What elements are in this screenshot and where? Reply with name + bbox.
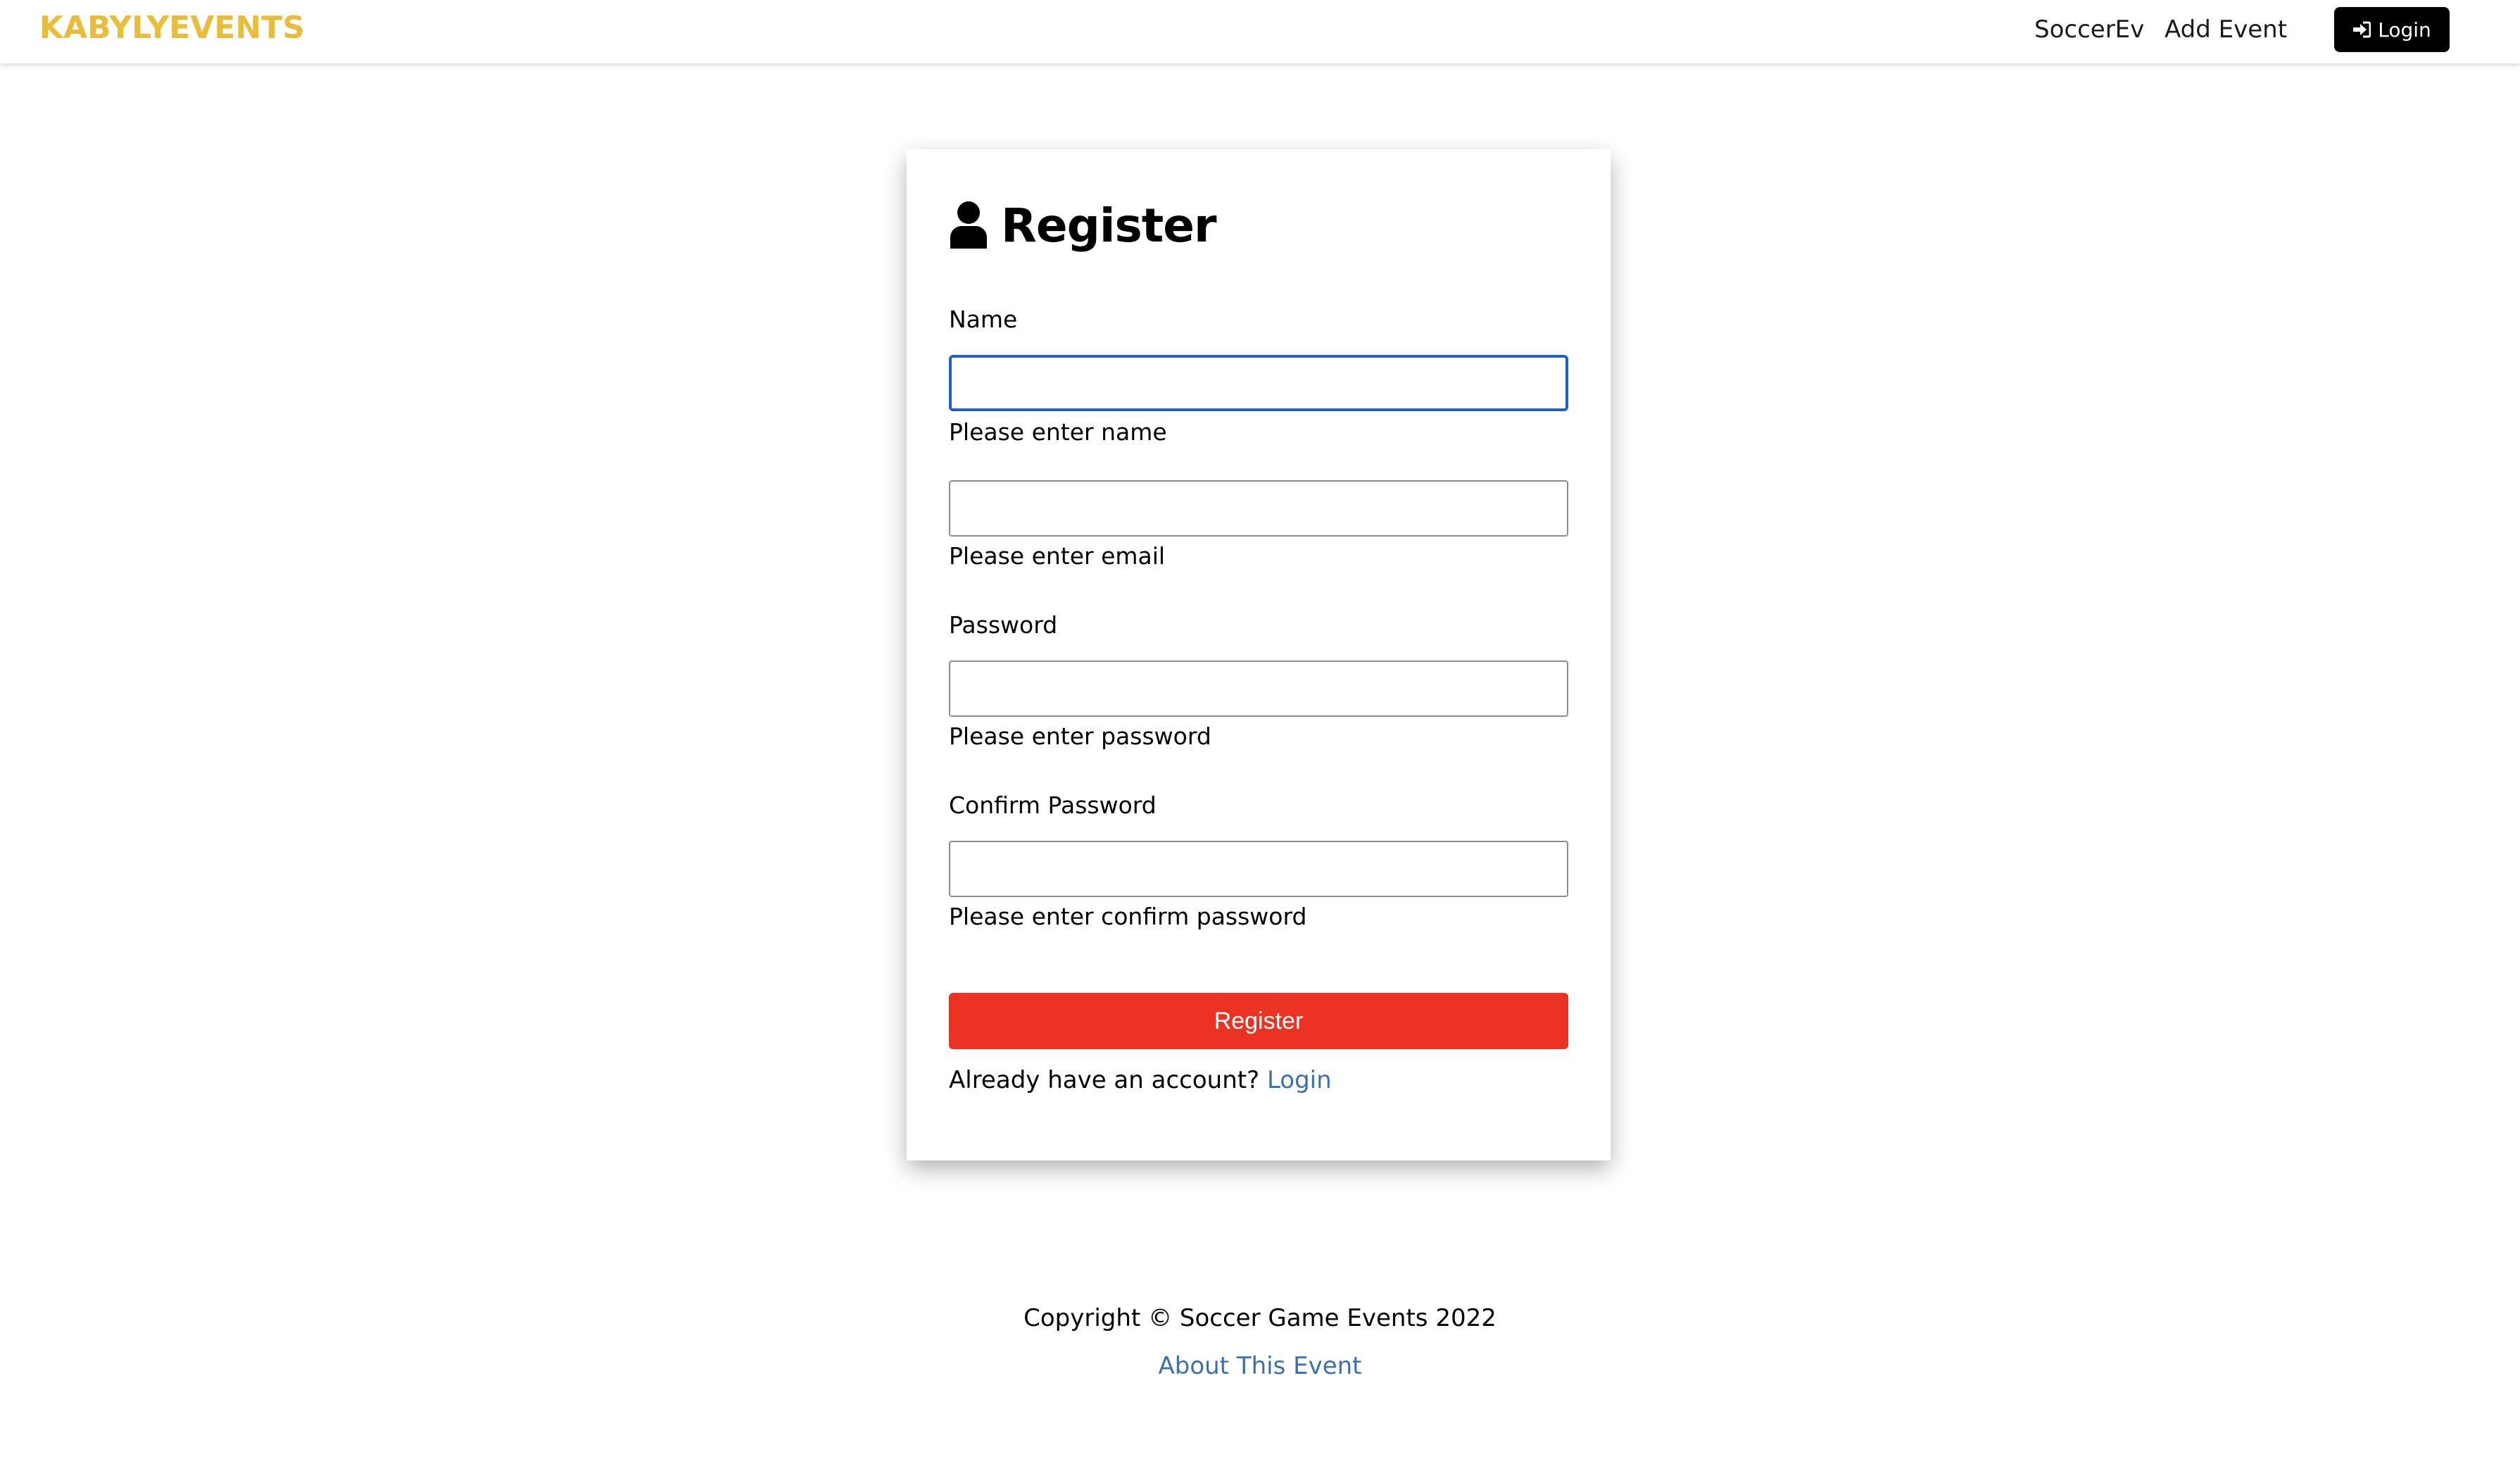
name-hint: Please enter name (949, 418, 1167, 446)
login-link[interactable]: Login (1267, 1066, 1332, 1094)
confirm-password-input[interactable] (949, 841, 1568, 897)
user-icon (949, 201, 988, 251)
register-title: Register (1001, 199, 1217, 253)
name-label: Name (949, 306, 1018, 333)
confirm-password-label: Confirm Password (949, 791, 1157, 819)
register-button[interactable]: Register (949, 993, 1568, 1049)
footer-copyright: Copyright © Soccer Game Events 2022 (1023, 1304, 1497, 1332)
nav-login-label: Login (2378, 18, 2431, 42)
register-card: Register Name Please enter name Please e… (907, 149, 1611, 1160)
confirm-password-hint: Please enter confirm password (949, 903, 1307, 930)
about-event-link[interactable]: About This Event (1158, 1352, 1361, 1380)
top-navbar: KABYLYEVENTS SoccerEv Add Event Login (0, 0, 2520, 63)
email-input[interactable] (949, 480, 1568, 537)
login-prompt: Already have an account? Login (949, 1066, 1332, 1094)
name-input[interactable] (949, 355, 1568, 411)
nav-link-add-event[interactable]: Add Event (2165, 15, 2287, 44)
password-label: Password (949, 611, 1058, 639)
account-prompt-text: Already have an account? (949, 1066, 1260, 1094)
nav-link-soccerev[interactable]: SoccerEv (2034, 15, 2144, 44)
brand-logo[interactable]: KABYLYEVENTS (39, 10, 305, 46)
email-hint: Please enter email (949, 542, 1166, 570)
password-hint: Please enter password (949, 722, 1211, 750)
sign-in-icon (2352, 21, 2371, 38)
footer-about: About This Event (0, 1352, 2520, 1380)
register-heading: Register (949, 199, 1217, 253)
nav-login-button[interactable]: Login (2334, 7, 2450, 52)
password-input[interactable] (949, 660, 1568, 717)
